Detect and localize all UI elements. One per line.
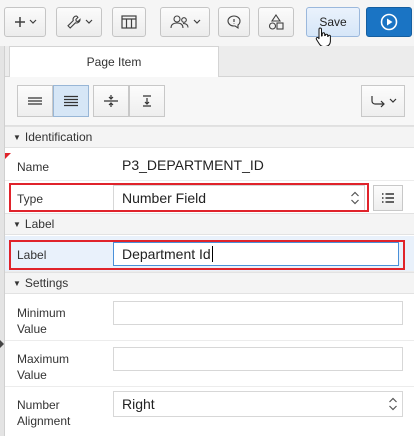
required-marker-icon (5, 153, 11, 159)
shared-objects-button[interactable] (258, 7, 294, 37)
create-menu-button[interactable] (4, 7, 46, 37)
property-row-label: Label Department Id (5, 236, 414, 272)
show-all-button[interactable] (53, 85, 89, 117)
section-label[interactable]: ▼ Label (5, 213, 414, 235)
section-title: Identification (24, 130, 93, 144)
valign-center-icon (143, 95, 151, 107)
team-development-button[interactable] (160, 7, 210, 37)
property-row-number-alignment: Number Alignment Right (5, 387, 414, 436)
run-page-button[interactable] (366, 7, 412, 37)
name-value: P3_DEPARTMENT_ID (122, 157, 264, 173)
list-icon (382, 193, 394, 203)
triangle-down-icon: ▼ (13, 279, 21, 288)
align-justify-icon (64, 95, 78, 107)
label-value: Department Id (122, 246, 211, 262)
cursor-hand-icon (315, 27, 331, 47)
grid-layout-icon (121, 15, 137, 29)
number-alignment-select[interactable]: Right (113, 391, 403, 417)
text-caret (211, 246, 213, 262)
list-icon (28, 97, 42, 105)
select-arrows-icon (351, 191, 359, 205)
property-row-name: Name P3_DEPARTMENT_ID (5, 149, 414, 181)
label-input[interactable]: Department Id (113, 242, 399, 266)
collapse-all-button[interactable] (93, 85, 129, 117)
type-label: Type (17, 192, 44, 206)
minimum-value-input[interactable] (113, 301, 403, 325)
comments-button[interactable] (218, 7, 250, 37)
section-title: Settings (24, 276, 69, 290)
section-identification[interactable]: ▼ Identification (5, 126, 414, 148)
tab-bar: Page Item (5, 46, 414, 77)
label-label: Label (17, 248, 47, 262)
property-row-maximum-value: Maximum Value (5, 341, 414, 387)
section-settings[interactable]: ▼ Settings (5, 272, 414, 294)
distribute-icon (104, 95, 118, 107)
utilities-menu-button[interactable] (56, 7, 102, 37)
minimum-value-label: Minimum Value (17, 306, 66, 336)
wrench-icon (66, 15, 81, 29)
comment-icon (227, 15, 241, 30)
chevron-down-icon (29, 19, 36, 24)
triangle-down-icon: ▼ (13, 220, 21, 229)
shared-components-button[interactable] (112, 7, 146, 37)
toolbar: Save (0, 0, 414, 47)
number-alignment-value: Right (122, 396, 155, 412)
plus-icon (14, 17, 25, 27)
number-alignment-label: Number Alignment (17, 398, 71, 428)
list-of-values-button[interactable] (373, 185, 403, 211)
go-to-group-button[interactable] (361, 85, 405, 117)
name-field[interactable]: P3_DEPARTMENT_ID (113, 152, 403, 178)
shapes-icon (268, 14, 284, 30)
maximum-value-input[interactable] (113, 347, 403, 371)
property-editor: Page Item ▼ Identification Name P3_DEPART… (4, 46, 414, 436)
maximum-value-label: Maximum Value (17, 352, 70, 382)
property-row-minimum-value: Minimum Value (5, 295, 414, 341)
chevron-down-icon (85, 19, 92, 24)
triangle-down-icon: ▼ (13, 133, 21, 142)
section-title: Label (24, 217, 55, 231)
show-common-button[interactable] (17, 85, 53, 117)
type-select[interactable]: Number Field (113, 185, 365, 211)
tab-page-item[interactable]: Page Item (9, 46, 219, 77)
play-icon (380, 13, 398, 31)
type-value: Number Field (122, 190, 207, 206)
expand-all-button[interactable] (129, 85, 165, 117)
name-label: Name (17, 160, 50, 174)
chevron-down-icon (389, 98, 396, 103)
redirect-arrow-icon (370, 96, 385, 108)
view-options-bar (5, 77, 414, 126)
chevron-down-icon (193, 19, 200, 24)
users-icon (169, 15, 189, 29)
select-arrows-icon (389, 397, 397, 411)
property-row-type: Type Number Field (5, 181, 414, 214)
